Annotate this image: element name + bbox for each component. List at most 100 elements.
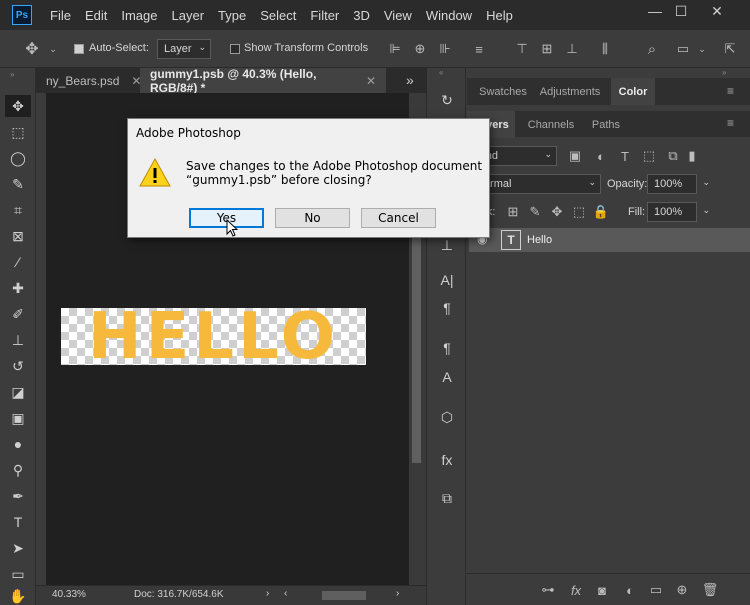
chevron-down-icon[interactable]: ⌄ <box>702 177 710 188</box>
layer-name[interactable]: Hello <box>527 234 552 246</box>
crop-tool-icon[interactable]: ⌗ <box>8 200 28 220</box>
tab-overflow-icon[interactable]: » <box>406 72 414 88</box>
tab-bears-document[interactable]: ny_Bears.psd ✕ <box>36 68 141 93</box>
hand-tool-icon[interactable]: ✋ <box>8 586 28 605</box>
collapse-panels-icon[interactable]: » <box>722 68 726 77</box>
libraries-panel-icon[interactable]: ⧉ <box>435 486 459 510</box>
character-panel-icon[interactable]: A| <box>435 268 459 292</box>
opacity-field[interactable]: 100% ⌄ <box>647 174 710 194</box>
eraser-tool-icon[interactable]: ◪ <box>8 382 28 402</box>
distribute-icon[interactable]: ≡ <box>470 39 488 59</box>
scroll-left-icon[interactable]: ‹ <box>284 588 287 599</box>
auto-select-checkbox[interactable] <box>74 43 84 57</box>
status-menu-chevron-icon[interactable]: › <box>266 588 269 599</box>
filter-pixel-icon[interactable]: ▣ <box>567 148 583 164</box>
scroll-right-icon[interactable]: › <box>396 588 399 599</box>
close-icon[interactable]: ✕ <box>366 74 376 88</box>
lock-transparent-icon[interactable]: ⊞ <box>505 204 521 220</box>
link-layers-icon[interactable]: ⊶ <box>539 581 557 599</box>
tab-color[interactable]: Color <box>611 78 655 105</box>
path-selection-tool-icon[interactable]: ➤ <box>8 538 28 558</box>
filter-type-icon[interactable]: T <box>617 148 633 164</box>
chevron-down-icon[interactable]: ⌄ <box>702 205 710 216</box>
tab-gummy1-document[interactable]: gummy1.psb @ 40.3% (Hello, RGB/8#) * ✕ <box>140 67 386 95</box>
paragraph-panel-icon[interactable]: ¶ <box>435 296 459 320</box>
menu-layer[interactable]: Layer <box>172 8 205 23</box>
no-button[interactable]: No <box>275 208 350 228</box>
distribute-vertical-icon[interactable]: ⫼ <box>596 39 614 59</box>
scrollbar-thumb[interactable] <box>412 233 421 463</box>
brush-tool-icon[interactable]: ✐ <box>8 304 28 324</box>
show-transform-checkbox[interactable] <box>230 43 240 57</box>
zoom-level[interactable]: 40.33% <box>52 589 86 600</box>
menu-help[interactable]: Help <box>486 8 513 23</box>
collapse-toolbar-icon[interactable]: » <box>10 70 14 79</box>
menu-type[interactable]: Type <box>218 8 246 23</box>
filter-toggle-icon[interactable]: ▮ <box>687 146 697 166</box>
align-top-icon[interactable]: ⊤ <box>513 39 531 59</box>
delete-layer-icon[interactable]: 🗑 <box>701 581 719 599</box>
menu-edit[interactable]: Edit <box>85 8 107 23</box>
lock-image-icon[interactable]: ✎ <box>527 204 543 220</box>
menu-window[interactable]: Window <box>426 8 472 23</box>
tool-preset-chevron-icon[interactable]: ⌄ <box>48 39 58 59</box>
fx-icon[interactable]: fx <box>567 581 585 599</box>
lock-artboard-icon[interactable]: ⬚ <box>571 204 587 220</box>
share-icon[interactable]: ⇱ <box>720 39 740 59</box>
adjustment-layer-icon[interactable]: ◐ <box>621 581 639 599</box>
align-middle-icon[interactable]: ⊞ <box>538 39 556 59</box>
new-layer-icon[interactable]: ⊕ <box>673 581 691 599</box>
quick-select-tool-icon[interactable]: ✎ <box>8 174 28 194</box>
marquee-tool-icon[interactable]: ⬚ <box>8 122 28 142</box>
horizontal-scrollbar-thumb[interactable] <box>322 591 366 600</box>
tab-paths[interactable]: Paths <box>585 111 627 138</box>
tab-adjustments[interactable]: Adjustments <box>535 78 605 105</box>
pen-tool-icon[interactable]: ✒ <box>8 486 28 506</box>
panel-menu-icon[interactable]: ≡ <box>727 116 734 130</box>
filter-adjustment-icon[interactable]: ◐ <box>593 148 609 164</box>
tab-swatches[interactable]: Swatches <box>471 78 535 105</box>
history-brush-tool-icon[interactable]: ↺ <box>8 356 28 376</box>
dodge-tool-icon[interactable]: ⚲ <box>8 460 28 480</box>
auto-select-target-dropdown[interactable]: Layer ⌄ <box>157 39 211 59</box>
align-right-icon[interactable]: ⊪ <box>436 39 454 59</box>
type-tool-icon[interactable]: T <box>8 512 28 532</box>
expand-panels-icon[interactable]: « <box>439 68 443 77</box>
3d-panel-icon[interactable]: ⬡ <box>435 405 459 429</box>
workspace-icon[interactable]: ▭ <box>673 39 693 59</box>
menu-select[interactable]: Select <box>260 8 296 23</box>
add-mask-icon[interactable]: ◙ <box>593 581 611 599</box>
close-window-button[interactable]: ✕ <box>700 0 734 22</box>
layer-row[interactable]: ◉ T Hello <box>469 228 750 252</box>
blur-tool-icon[interactable]: ● <box>8 434 28 454</box>
align-bottom-icon[interactable]: ⊥ <box>563 39 581 59</box>
gradient-tool-icon[interactable]: ▣ <box>8 408 28 428</box>
filter-smart-object-icon[interactable]: ⧉ <box>665 148 681 164</box>
history-panel-icon[interactable]: ↻ <box>435 88 459 112</box>
styles-panel-icon[interactable]: fx <box>435 448 459 472</box>
align-left-icon[interactable]: ⊫ <box>386 39 404 59</box>
document-canvas[interactable]: HELLO <box>61 302 366 372</box>
rectangle-tool-icon[interactable]: ▭ <box>8 564 28 584</box>
clone-stamp-tool-icon[interactable]: ⊥ <box>8 330 28 350</box>
move-tool-icon[interactable]: ✥ <box>5 95 31 117</box>
lasso-tool-icon[interactable]: ◯ <box>8 148 28 168</box>
filter-shape-icon[interactable]: ⬚ <box>641 148 657 164</box>
menu-image[interactable]: Image <box>121 8 157 23</box>
tab-channels[interactable]: Channels <box>519 111 583 138</box>
healing-brush-tool-icon[interactable]: ✚ <box>8 278 28 298</box>
menu-filter[interactable]: Filter <box>310 8 339 23</box>
cancel-button[interactable]: Cancel <box>361 208 436 228</box>
lock-position-icon[interactable]: ✥ <box>549 204 565 220</box>
frame-tool-icon[interactable]: ⊠ <box>8 226 28 246</box>
paragraph-styles-icon[interactable]: ¶ <box>435 336 459 360</box>
menu-file[interactable]: File <box>50 8 71 23</box>
menu-3d[interactable]: 3D <box>353 8 370 23</box>
search-icon[interactable]: ⌕ <box>642 39 662 59</box>
eyedropper-tool-icon[interactable]: ⁄ <box>8 252 28 272</box>
move-tool-icon[interactable]: ✥ <box>22 39 42 59</box>
workspace-chevron-icon[interactable]: ⌄ <box>697 39 707 59</box>
restore-button[interactable]: ☐ <box>664 0 698 22</box>
panel-menu-icon[interactable]: ≡ <box>727 84 734 98</box>
align-center-icon[interactable]: ⊕ <box>411 39 429 59</box>
